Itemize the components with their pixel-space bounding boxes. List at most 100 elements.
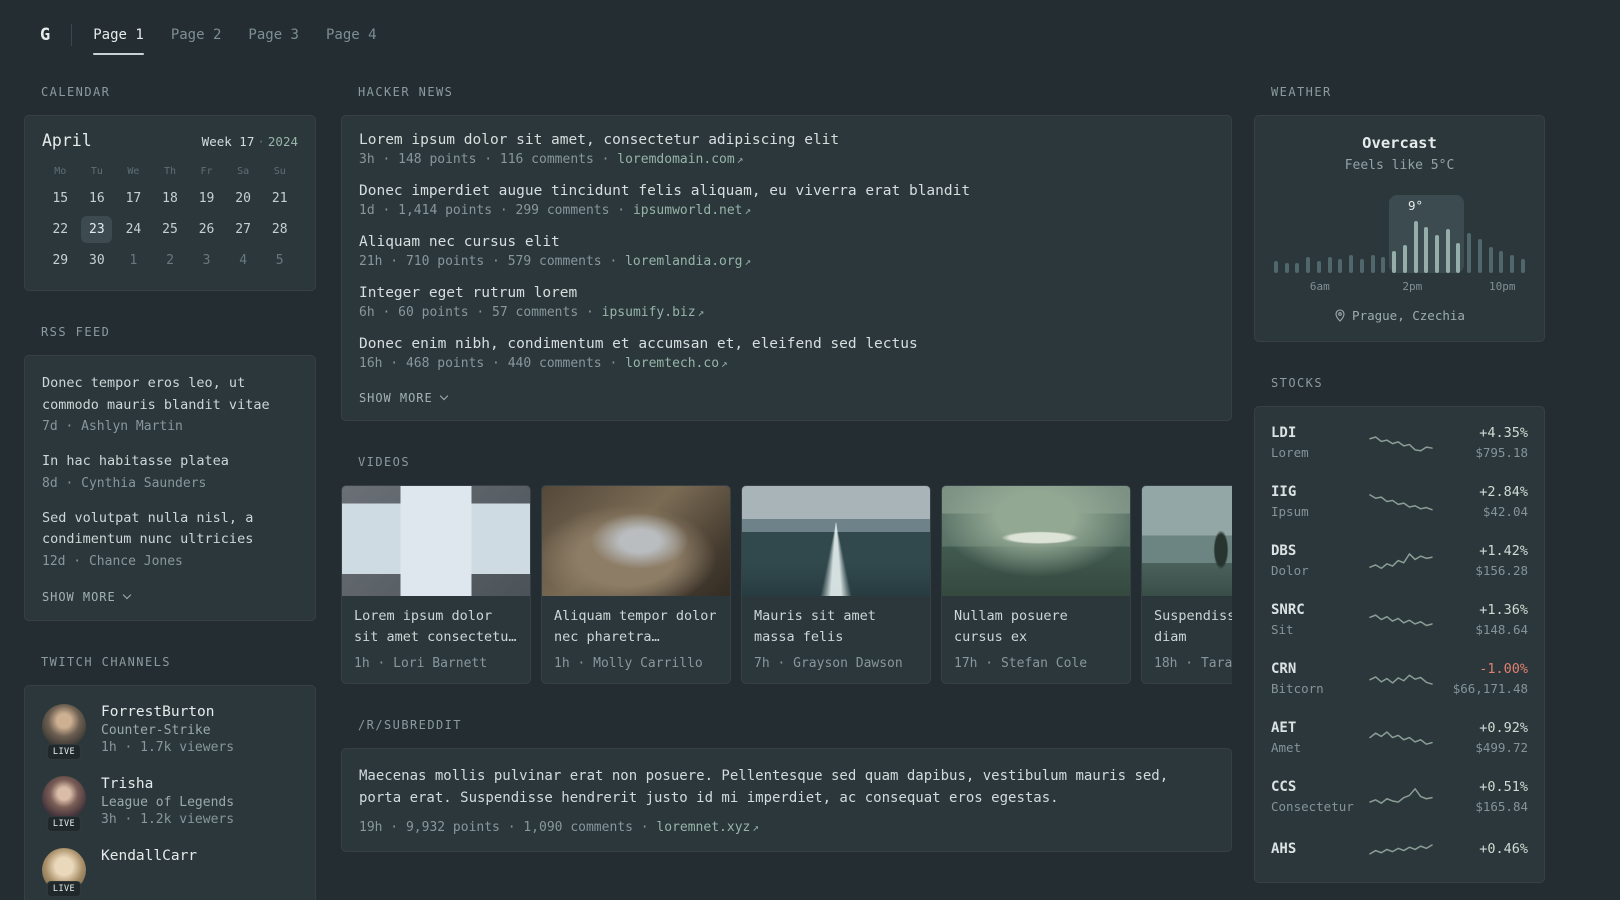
weather-bar [1359,259,1364,273]
stock-row[interactable]: SNRC Sit +1.36% $148.64 [1271,590,1528,649]
weather-bar [1392,251,1397,273]
hn-domain: loremtech.co [625,356,720,371]
rss-item[interactable]: Sed volutpat nulla nisl, a condimentum n… [42,508,298,569]
hn-domain-link[interactable]: loremdomain.com ↗ [617,152,743,167]
rss-item[interactable]: In hac habitasse platea 8d · Cynthia Sau… [42,451,298,491]
calendar-day: 26 [198,222,215,237]
stocks-section-title: STOCKS [1271,376,1323,390]
video-info: Nullam posuere cursus ex 17h · Stefan Co… [942,596,1130,683]
hn-domain: loremlandia.org [625,254,743,269]
stock-change: +1.36% [1479,602,1528,618]
calendar-day: 30 [89,253,105,268]
hn-domain-link[interactable]: ipsumify.biz ↗ [602,305,705,320]
external-link-icon: ↗ [697,306,705,319]
weather-bar [1413,221,1418,273]
video-card[interactable]: Suspendisse interdum diam 18h · Tara Ste… [1141,485,1232,684]
hn-item-meta: 16h · 468 points · 440 comments · loremt… [359,356,1214,371]
stock-change: +0.92% [1479,720,1528,736]
video-info: Suspendisse interdum diam 18h · Tara Ste… [1142,596,1232,683]
page-tabs: Page 1 Page 2 Page 3 Page 4 [93,15,377,55]
hn-item-title[interactable]: Donec imperdiet augue tincidunt felis al… [359,183,1214,199]
stock-price: $42.04 [1482,504,1528,519]
stock-change: +0.46% [1479,841,1528,857]
stock-info: CRN Bitcorn [1271,661,1360,696]
avatar-wrapper: LIVE [42,847,86,897]
hn-item-title[interactable]: Donec enim nibh, condimentum et accumsan… [359,336,1214,352]
hn-item-title[interactable]: Lorem ipsum dolor sit amet, consectetur … [359,132,1214,148]
video-title: Suspendisse interdum diam [1154,608,1232,645]
rss-item[interactable]: Donec tempor eros leo, ut commodo mauris… [42,373,298,434]
twitch-channel[interactable]: LIVE Trisha League of Legends 3h · 1.2k … [42,775,298,832]
video-row: Lorem ipsum dolor sit amet consectetu… 1… [341,485,1232,684]
tab-page-4[interactable]: Page 4 [326,15,377,55]
stock-row[interactable]: IIG Ipsum +2.84% $42.04 [1271,472,1528,531]
hn-item-stats: 1d · 1,414 points · 299 comments · [359,203,626,218]
stock-row[interactable]: AHS +0.46% [1271,826,1528,876]
hn-item-stats: 3h · 148 points · 116 comments · [359,152,610,167]
hn-item-meta: 3h · 148 points · 116 comments · loremdo… [359,152,1214,167]
weather-bar [1520,259,1525,273]
stock-name: Ipsum [1271,504,1309,519]
rss-show-more-button[interactable]: SHOW MORE [42,590,131,604]
twitch-channel[interactable]: LIVE ForrestBurton Counter-Strike 1h · 1… [42,703,298,760]
hn-item-stats: 6h · 60 points · 57 comments · [359,305,594,320]
calendar-day-next-month: 1 [129,253,138,268]
video-info: Lorem ipsum dolor sit amet consectetu… 1… [342,596,530,683]
rss-widget: RSS FEED Donec tempor eros leo, ut commo… [24,325,316,621]
tab-page-2[interactable]: Page 2 [171,15,222,55]
stock-sparkline [1370,607,1432,633]
stock-price: $148.64 [1475,622,1528,637]
stock-row[interactable]: CCS Consectetur +0.51% $165.84 [1271,767,1528,826]
weather-bar [1456,243,1461,273]
stock-info: AHS [1271,841,1360,861]
right-column: WEATHER Overcast Feels like 5°C 9° 6am 2… [1254,85,1545,900]
video-card[interactable]: Lorem ipsum dolor sit amet consectetu… 1… [341,485,531,684]
app-logo[interactable]: G [40,25,50,45]
rss-item-title: In hac habitasse platea [42,453,229,470]
stock-symbol: DBS [1271,543,1297,559]
weather-bar [1445,229,1450,273]
stock-price: $165.84 [1475,799,1528,814]
stock-change: +2.84% [1479,484,1528,500]
hn-item-stats: 16h · 468 points · 440 comments · [359,356,618,371]
external-link-icon: ↗ [744,255,752,268]
subreddit-domain-link[interactable]: loremnet.xyz ↗ [656,820,759,835]
weekday-label: Fr [200,166,213,177]
subreddit-post-stats: 19h · 9,932 points · 1,090 comments · [359,819,649,835]
weather-location: Prague, Czechia [1271,308,1528,323]
hn-domain-link[interactable]: ipsumworld.net ↗ [633,203,751,218]
video-card[interactable]: Aliquam tempor dolor nec pharetra… 1h · … [541,485,731,684]
video-info: Aliquam tempor dolor nec pharetra… 1h · … [542,596,730,683]
hn-item-title[interactable]: Aliquam nec cursus elit [359,234,1214,250]
calendar-widget: CALENDAR April Week 17 · 2024 Mo Tu We Th … [24,85,316,291]
calendar-day: 25 [162,222,178,237]
stock-row[interactable]: AET Amet +0.92% $499.72 [1271,708,1528,767]
hn-domain-link[interactable]: loremtech.co ↗ [625,356,728,371]
video-title: Nullam posuere cursus ex [954,608,1068,645]
rss-item-title: Sed volutpat nulla nisl, a condimentum n… [42,509,254,548]
stock-sparkline [1370,548,1432,574]
subreddit-post-text[interactable]: Maecenas mollis pulvinar erat non posuer… [359,765,1214,810]
twitch-channel[interactable]: LIVE KendallCarr [42,847,298,897]
stock-row[interactable]: DBS Dolor +1.42% $156.28 [1271,531,1528,590]
separator-dot: · [257,134,265,149]
twitch-section-title: TWITCH CHANNELS [41,654,171,669]
weather-bar [1295,263,1300,273]
hn-item-title[interactable]: Integer eget rutrum lorem [359,285,1214,301]
video-meta: 1h · Lori Barnett [354,656,488,671]
hn-show-more-button[interactable]: SHOW MORE [359,391,448,405]
video-card[interactable]: Mauris sit amet massa felis 7h · Grayson… [741,485,931,684]
calendar-month: April [42,131,92,150]
tab-page-1[interactable]: Page 1 [93,15,144,55]
calendar-day-next-month: 3 [202,253,211,268]
stock-row[interactable]: LDI Lorem +4.35% $795.18 [1271,413,1528,472]
calendar-weekday-header: Mo Tu We Th Fr Sa Su [42,166,298,177]
video-card[interactable]: Nullam posuere cursus ex 17h · Stefan Co… [941,485,1131,684]
weather-bar [1349,255,1354,273]
hn-domain-link[interactable]: loremlandia.org ↗ [625,254,751,269]
tab-page-3[interactable]: Page 3 [248,15,299,55]
video-title: Aliquam tempor dolor nec pharetra… [554,608,717,645]
stock-row[interactable]: CRN Bitcorn -1.00% $66,171.48 [1271,649,1528,708]
stock-info: SNRC Sit [1271,602,1360,637]
video-thumbnail [542,486,730,596]
